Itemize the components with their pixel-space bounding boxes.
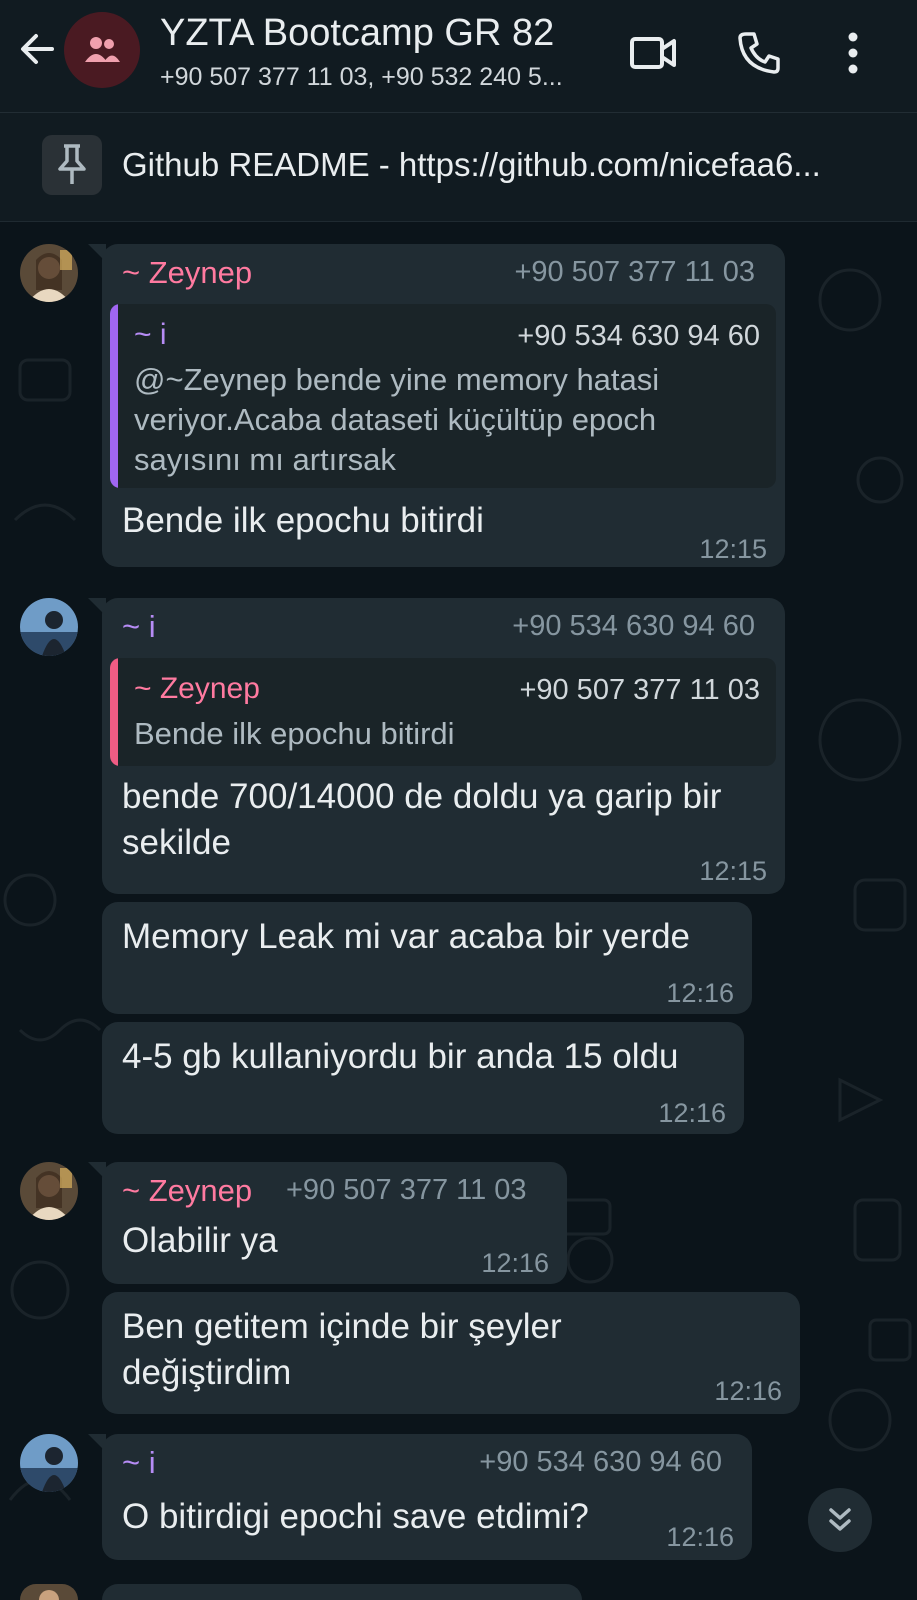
sender-name[interactable]: ~ i <box>122 609 156 645</box>
quoted-text: @~Zeynep bende yine memory hatasi veriyo… <box>134 362 660 477</box>
message-bubble[interactable]: ~ i +90 534 630 94 60 ~ Zeynep +90 507 3… <box>88 598 785 894</box>
message-text: Olabilir ya <box>122 1221 278 1260</box>
avatar-zeynep[interactable] <box>20 244 78 302</box>
avatar-photo-icon <box>20 244 78 302</box>
quoted-sender: ~ Zeynep <box>134 672 260 705</box>
voice-call-icon[interactable] <box>734 28 784 78</box>
group-icon <box>85 37 120 62</box>
back-arrow-icon[interactable] <box>14 26 60 72</box>
message-time: 12:16 <box>666 1522 734 1552</box>
quoted-text: Bende ilk epochu bitirdi <box>134 716 455 751</box>
message-bubble[interactable]: ~ i +90 534 630 94 60 O bitirdigi epochi… <box>88 1434 752 1560</box>
pinned-message-text: Github README - https://github.com/nicef… <box>122 146 821 183</box>
quoted-phone: +90 534 630 94 60 <box>517 320 760 352</box>
chat-participants[interactable]: +90 507 377 11 03, +90 532 240 5... <box>160 63 563 92</box>
group-avatar[interactable] <box>64 12 140 88</box>
sender-phone: +90 534 630 94 60 <box>512 610 755 642</box>
sender-name[interactable]: ~ Zeynep <box>122 1173 252 1209</box>
message-bubble[interactable]: Memory Leak mi var acaba bir yerde 12:16 <box>102 902 752 1014</box>
quoted-sender: ~ i <box>134 318 167 351</box>
message-time: 12:15 <box>699 534 767 564</box>
message-time: 12:16 <box>658 1098 726 1128</box>
sender-name[interactable]: ~ i <box>122 1445 156 1481</box>
message-time: 12:15 <box>699 856 767 886</box>
more-options-icon[interactable] <box>828 28 878 78</box>
chat-title[interactable]: YZTA Bootcamp GR 82 <box>160 12 554 55</box>
avatar-photo-icon <box>20 1434 78 1492</box>
pin-icon-container <box>42 135 102 195</box>
sender-name[interactable]: ~ Zeynep <box>122 255 252 291</box>
message-text: Bende ilk epochu bitirdi <box>122 501 484 540</box>
quoted-message[interactable]: ~ Zeynep +90 507 377 11 03 Bende ilk epo… <box>110 658 776 766</box>
avatar-photo-icon <box>20 598 78 656</box>
scroll-to-bottom-button[interactable] <box>808 1488 872 1552</box>
message-time: 12:16 <box>714 1376 782 1406</box>
chat-header: YZTA Bootcamp GR 82 +90 507 377 11 03, +… <box>0 0 917 113</box>
avatar-photo-icon <box>20 1162 78 1220</box>
message-text: Memory Leak mi var acaba bir yerde <box>122 917 690 956</box>
message-time: 12:16 <box>481 1248 549 1278</box>
sender-phone: +90 507 377 11 03 <box>286 1174 527 1206</box>
sender-phone: +90 507 377 11 03 <box>514 256 755 288</box>
message-bubble[interactable]: ~ Zeynep +90 507 377 11 03 ~ i +90 534 6… <box>88 244 785 567</box>
quoted-message[interactable]: ~ i +90 534 630 94 60 @~Zeynep bende yin… <box>110 304 776 488</box>
avatar-photo-icon <box>20 1584 78 1600</box>
message-text: O bitirdigi epochi save etdimi? <box>122 1497 589 1536</box>
pinned-message-banner[interactable]: Github README - https://github.com/nicef… <box>0 113 917 222</box>
avatar-i[interactable] <box>20 598 78 656</box>
message-text: bende 700/14000 de doldu ya garip bir se… <box>122 777 722 862</box>
sender-phone: +90 534 630 94 60 <box>479 1446 722 1478</box>
avatar-zeynep[interactable] <box>20 1162 78 1220</box>
message-bubble[interactable]: ~ Zeynep +90 507 377 11 03 Olabilir ya 1… <box>88 1162 567 1284</box>
message-text: Ben getitem içinde bir şeyler değiştirdi… <box>122 1307 562 1392</box>
message-bubble[interactable]: Ben getitem içinde bir şeyler değiştirdi… <box>102 1292 800 1414</box>
avatar-next[interactable] <box>20 1584 78 1600</box>
avatar-i[interactable] <box>20 1434 78 1492</box>
video-call-icon[interactable] <box>628 28 678 78</box>
message-bubble-partial[interactable] <box>102 1584 582 1600</box>
message-bubble[interactable]: 4-5 gb kullaniyordu bir anda 15 oldu 12:… <box>102 1022 744 1134</box>
message-text: 4-5 gb kullaniyordu bir anda 15 oldu <box>122 1037 679 1076</box>
pin-icon <box>58 144 86 184</box>
double-chevron-down-icon <box>829 1508 851 1531</box>
message-time: 12:16 <box>666 978 734 1008</box>
quoted-phone: +90 507 377 11 03 <box>519 674 760 706</box>
